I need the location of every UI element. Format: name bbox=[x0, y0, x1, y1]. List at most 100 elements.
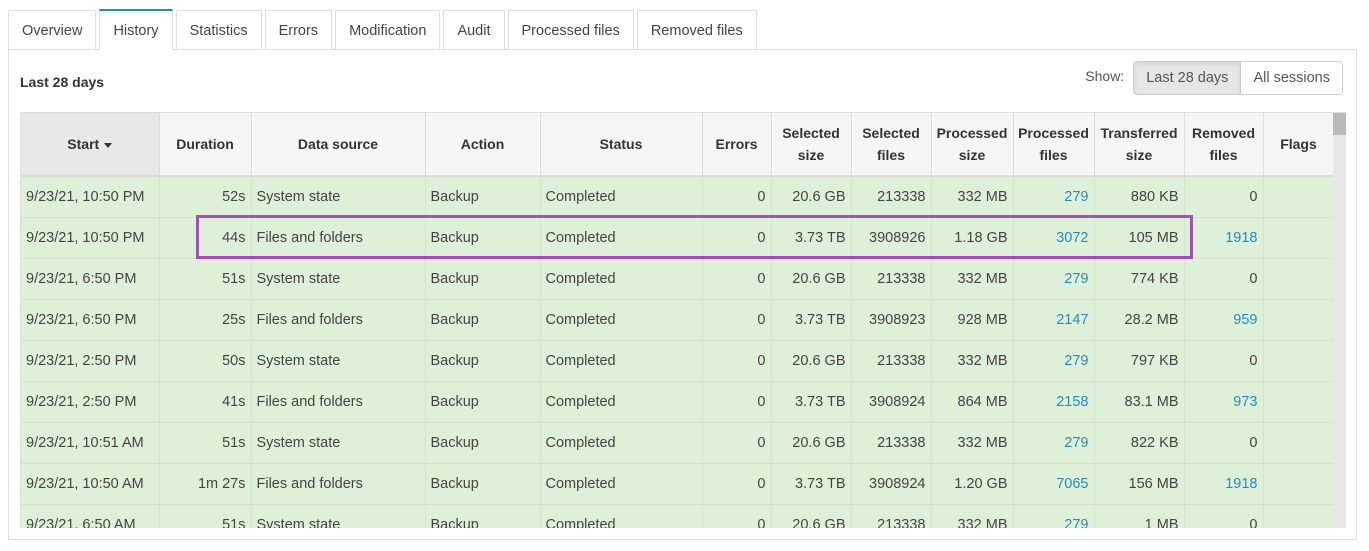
cell-processed-size: 1.20 GB bbox=[931, 463, 1014, 505]
cell-duration: 51s bbox=[159, 504, 252, 528]
cell-processed-files-link[interactable]: 2158 bbox=[1013, 381, 1095, 423]
cell-selected-files: 3908924 bbox=[851, 381, 932, 423]
column-header-start[interactable]: Start bbox=[21, 113, 160, 177]
cell-errors: 0 bbox=[702, 422, 772, 464]
cell-data-source: System state bbox=[251, 504, 426, 528]
tab-bar: Overview History Statistics Errors Modificat… bbox=[8, 9, 760, 51]
cell-selected-size: 20.6 GB bbox=[771, 422, 852, 464]
show-last-28-days-button[interactable]: Last 28 days bbox=[1134, 62, 1242, 94]
cell-data-source: System state bbox=[251, 258, 426, 300]
cell-removed-files-link[interactable]: 1918 bbox=[1184, 217, 1264, 259]
cell-start: 9/23/21, 6:50 PM bbox=[21, 299, 160, 341]
history-table: Start Duration Data source Action Status Erro… bbox=[21, 113, 1335, 528]
cell-selected-size: 3.73 TB bbox=[771, 217, 852, 259]
cell-selected-files: 3908924 bbox=[851, 463, 932, 505]
table-row[interactable]: 9/23/21, 6:50 AM 51s System state Backup Com… bbox=[21, 504, 1335, 528]
cell-errors: 0 bbox=[702, 258, 772, 300]
cell-selected-files: 3908926 bbox=[851, 217, 932, 259]
cell-flags bbox=[1263, 463, 1335, 505]
column-header-selected-files[interactable]: Selected files bbox=[851, 113, 932, 177]
table-row[interactable]: 9/23/21, 6:50 PM 25s Files and folders Back… bbox=[21, 299, 1335, 341]
tab-overview[interactable]: Overview bbox=[8, 10, 97, 50]
cell-duration: 44s bbox=[159, 217, 252, 259]
tab-audit[interactable]: Audit bbox=[443, 10, 505, 50]
cell-start: 9/23/21, 10:51 AM bbox=[21, 422, 160, 464]
cell-action: Backup bbox=[425, 217, 541, 259]
cell-status: Completed bbox=[540, 299, 703, 341]
cell-selected-size: 20.6 GB bbox=[771, 504, 852, 528]
cell-processed-size: 1.18 GB bbox=[931, 217, 1014, 259]
column-header-errors[interactable]: Errors bbox=[702, 113, 772, 177]
cell-removed-files: 0 bbox=[1184, 422, 1264, 464]
tab-processed-files[interactable]: Processed files bbox=[507, 10, 634, 50]
cell-errors: 0 bbox=[702, 381, 772, 423]
cell-errors: 0 bbox=[702, 217, 772, 259]
table-row[interactable]: 9/23/21, 6:50 PM 51s System state Backup Com… bbox=[21, 258, 1335, 300]
cell-processed-files-link[interactable]: 2147 bbox=[1013, 299, 1095, 341]
tab-history[interactable]: History bbox=[99, 9, 173, 51]
history-table-container: Start Duration Data source Action Status Erro… bbox=[20, 112, 1346, 528]
tab-statistics[interactable]: Statistics bbox=[175, 10, 262, 50]
cell-removed-files-link[interactable]: 1918 bbox=[1184, 463, 1264, 505]
cell-data-source: Files and folders bbox=[251, 217, 426, 259]
cell-removed-files-link[interactable]: 973 bbox=[1184, 381, 1264, 423]
scrollbar-thumb[interactable] bbox=[1333, 113, 1346, 135]
table-row[interactable]: 9/23/21, 10:50 PM 44s Files and folders Bac… bbox=[21, 217, 1335, 259]
cell-processed-files-link[interactable]: 279 bbox=[1013, 176, 1095, 218]
table-header-row: Start Duration Data source Action Status Erro… bbox=[21, 113, 1335, 177]
cell-start: 9/23/21, 2:50 PM bbox=[21, 340, 160, 382]
cell-processed-files-link[interactable]: 279 bbox=[1013, 504, 1095, 528]
cell-selected-files: 213338 bbox=[851, 258, 932, 300]
cell-action: Backup bbox=[425, 504, 541, 528]
panel-title: Last 28 days bbox=[20, 74, 105, 90]
vertical-scrollbar[interactable] bbox=[1333, 113, 1346, 528]
column-header-status[interactable]: Status bbox=[540, 113, 703, 177]
cell-processed-files-link[interactable]: 279 bbox=[1013, 258, 1095, 300]
table-row[interactable]: 9/23/21, 2:50 PM 41s Files and folders Back… bbox=[21, 381, 1335, 423]
cell-duration: 52s bbox=[159, 176, 252, 218]
tab-errors[interactable]: Errors bbox=[264, 10, 333, 50]
table-row[interactable]: 9/23/21, 2:50 PM 50s System state Backup Com… bbox=[21, 340, 1335, 382]
cell-action: Backup bbox=[425, 340, 541, 382]
cell-processed-size: 864 MB bbox=[931, 381, 1014, 423]
cell-processed-files-link[interactable]: 279 bbox=[1013, 340, 1095, 382]
cell-data-source: Files and folders bbox=[251, 299, 426, 341]
cell-errors: 0 bbox=[702, 463, 772, 505]
table-row[interactable]: 9/23/21, 10:50 AM 1m 27s Files and folders… bbox=[21, 463, 1335, 505]
cell-processed-files-link[interactable]: 3072 bbox=[1013, 217, 1095, 259]
cell-selected-size: 20.6 GB bbox=[771, 176, 852, 218]
column-header-transferred-size[interactable]: Transferred size bbox=[1094, 113, 1185, 177]
cell-processed-files-link[interactable]: 7065 bbox=[1013, 463, 1095, 505]
column-header-processed-size[interactable]: Processed size bbox=[931, 113, 1014, 177]
tab-removed-files[interactable]: Removed files bbox=[636, 10, 757, 50]
cell-transferred-size: 797 KB bbox=[1094, 340, 1185, 382]
column-header-data-source[interactable]: Data source bbox=[251, 113, 426, 177]
cell-selected-size: 20.6 GB bbox=[771, 258, 852, 300]
show-all-sessions-button[interactable]: All sessions bbox=[1241, 62, 1342, 94]
column-header-duration[interactable]: Duration bbox=[159, 113, 252, 177]
cell-flags bbox=[1263, 340, 1335, 382]
cell-transferred-size: 83.1 MB bbox=[1094, 381, 1185, 423]
cell-start: 9/23/21, 10:50 PM bbox=[21, 217, 160, 259]
cell-transferred-size: 105 MB bbox=[1094, 217, 1185, 259]
cell-selected-files: 213338 bbox=[851, 340, 932, 382]
column-header-action[interactable]: Action bbox=[425, 113, 541, 177]
cell-removed-files-link[interactable]: 959 bbox=[1184, 299, 1264, 341]
cell-selected-files: 213338 bbox=[851, 422, 932, 464]
column-header-removed-files[interactable]: Removed files bbox=[1184, 113, 1264, 177]
history-panel: Last 28 days Show: Last 28 days All sess… bbox=[8, 49, 1357, 540]
table-row[interactable]: 9/23/21, 10:50 PM 52s System state Backup Co… bbox=[21, 176, 1335, 218]
column-header-flags[interactable]: Flags bbox=[1263, 113, 1335, 177]
cell-duration: 51s bbox=[159, 422, 252, 464]
tab-modification[interactable]: Modification bbox=[335, 10, 441, 50]
column-header-selected-size[interactable]: Selected size bbox=[771, 113, 852, 177]
cell-selected-size: 20.6 GB bbox=[771, 340, 852, 382]
column-header-processed-files[interactable]: Processed files bbox=[1013, 113, 1095, 177]
table-row[interactable]: 9/23/21, 10:51 AM 51s System state Backup Co… bbox=[21, 422, 1335, 464]
cell-flags bbox=[1263, 381, 1335, 423]
cell-selected-files: 213338 bbox=[851, 504, 932, 528]
cell-processed-files-link[interactable]: 279 bbox=[1013, 422, 1095, 464]
cell-action: Backup bbox=[425, 258, 541, 300]
cell-processed-size: 928 MB bbox=[931, 299, 1014, 341]
cell-flags bbox=[1263, 422, 1335, 464]
